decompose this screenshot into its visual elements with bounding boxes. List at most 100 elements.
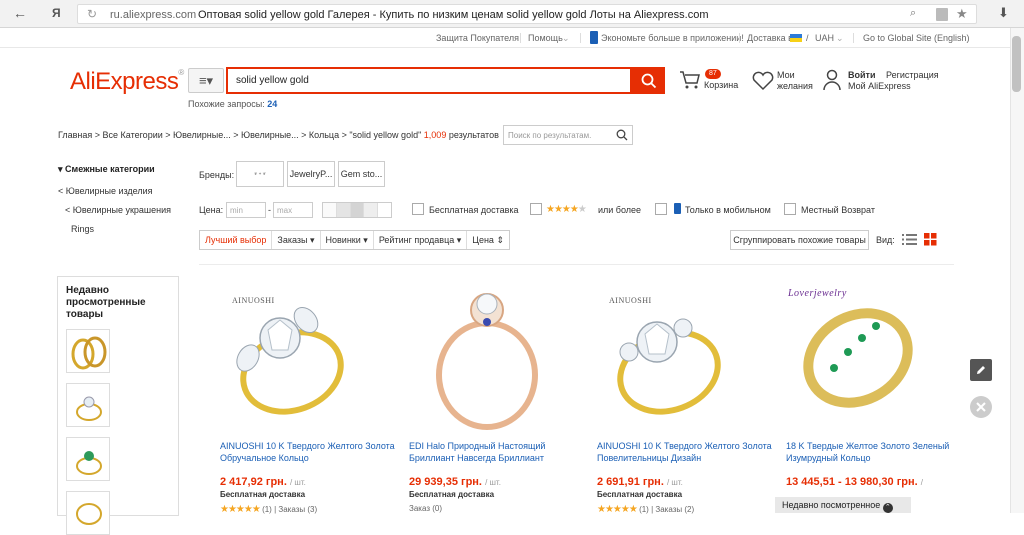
price-label: Цена: (199, 205, 224, 215)
chevron-down-icon: ⌄ (836, 33, 844, 43)
product-title[interactable]: AINUOSHI 10 K Твердого Желтого Золота Об… (220, 440, 395, 464)
brand-logo-icon: ❦ ✦ ❦ (254, 171, 266, 176)
product-image[interactable] (786, 280, 961, 430)
recent-item-thumbnail[interactable] (66, 329, 110, 373)
currency-label[interactable]: UAH (815, 33, 834, 43)
scrollbar-track[interactable] (1010, 28, 1024, 513)
recently-viewed-bar[interactable]: Недавно посмотренное ⌃ (775, 497, 911, 513)
price-min-input[interactable]: min (226, 202, 266, 218)
product-shipping: Бесплатная доставка (220, 490, 306, 499)
recent-item-thumbnail[interactable] (66, 437, 110, 481)
edit-pencil-button[interactable] (970, 359, 992, 381)
caret-down-icon: ▾ (309, 235, 315, 245)
download-icon[interactable]: ⬇ (998, 5, 1009, 21)
chevron-up-icon: ⌃ (882, 503, 893, 513)
yandex-logo[interactable]: Я (52, 6, 61, 20)
buyer-protection-link[interactable]: Защита Покупателя (436, 33, 519, 43)
brand-filter-gemstone[interactable]: Gem sto... (338, 161, 385, 187)
product-title[interactable]: AINUOSHI 10 K Твердого Желтого Золота По… (597, 440, 772, 464)
wishlist-link[interactable]: Мои желания (777, 70, 813, 92)
close-button[interactable] (970, 396, 992, 418)
sort-newest[interactable]: Новинки ▾ (321, 231, 374, 249)
price-dash: - (268, 205, 271, 215)
brand-filter-logo[interactable]: ❦ ✦ ❦ (236, 161, 284, 187)
product-shipping: Бесплатная доставка (597, 490, 683, 499)
app-promo-link[interactable]: Экономьте больше в приложении! (601, 33, 744, 43)
categories-menu-button[interactable]: ≡▾ (188, 68, 224, 93)
sort-seller-rating[interactable]: Рейтинг продавца ▾ (374, 231, 468, 249)
scrollbar-thumb[interactable] (1012, 36, 1021, 92)
sort-price[interactable]: Цена ⇕ (467, 231, 509, 249)
back-button[interactable]: ← (13, 5, 27, 21)
divider (199, 264, 954, 265)
caret-down-icon: ▾ (456, 235, 462, 245)
recently-viewed-title: Недавно просмотренные товары (66, 285, 146, 320)
divider (853, 33, 854, 43)
register-link[interactable]: Регистрация (886, 70, 939, 81)
search-within-results-input[interactable]: Поиск по результатам. (503, 125, 633, 145)
slash: / (806, 33, 809, 43)
utility-bar: Защита Покупателя Помощь ⌄ Экономьте бол… (0, 28, 1010, 48)
phone-icon (590, 31, 598, 44)
brands-label: Бренды: (199, 170, 235, 180)
aliexpress-logo[interactable]: AliExpress® (70, 68, 184, 96)
group-similar-button[interactable]: Сгруппировать похожие товары (730, 230, 869, 250)
product-rating: ★★★★★ (1) | Заказы (2) (597, 504, 695, 515)
url-page-title: Оптовая solid yellow gold Галерея - Купи… (198, 9, 709, 21)
lock-icon[interactable] (936, 8, 948, 21)
list-view-icon[interactable] (902, 233, 917, 246)
free-shipping-checkbox[interactable] (412, 203, 424, 215)
sort-orders[interactable]: Заказы ▾ (272, 231, 321, 249)
product-brand-mark: AINUOSHI (232, 296, 275, 305)
search-key-icon[interactable]: ⌕ (910, 7, 916, 20)
local-return-label: Местный Возврат (801, 205, 875, 215)
rating-stars-icon: ★★★★★ (546, 204, 587, 215)
address-bar[interactable]: ↻ ru.aliexpress.com Оптовая solid yellow… (77, 4, 977, 24)
heart-icon[interactable] (752, 71, 774, 91)
product-price: 29 939,35 грн. / шт. (409, 476, 501, 488)
product-image[interactable] (409, 280, 584, 430)
help-link[interactable]: Помощь (528, 33, 563, 43)
bookmark-star-icon[interactable]: ★ (956, 6, 968, 22)
product-title[interactable]: EDI Halo Природный Настоящий Бриллиант Н… (409, 440, 584, 464)
search-input[interactable]: solid yellow gold (226, 67, 632, 94)
related-searches[interactable]: Похожие запросы: 24 (188, 99, 277, 109)
product-card[interactable]: Loverjewelry 18 K Твердые Желтое Золото … (786, 280, 961, 520)
brand-filter-jewelryp[interactable]: JewelryP... (287, 161, 335, 187)
ukraine-flag-icon (790, 34, 802, 42)
product-title[interactable]: 18 K Твердые Желтое Золото Зеленый Изумр… (786, 440, 961, 464)
product-card[interactable]: AINUOSHI AINUOSHI 10 K Твердого Желтого … (597, 280, 772, 520)
cart-count-badge: 87 (705, 69, 721, 79)
close-icon (976, 402, 986, 412)
category-link[interactable]: Rings (71, 224, 94, 234)
reload-icon[interactable]: ↻ (87, 7, 97, 21)
sort-best-match[interactable]: Лучший выбор (200, 231, 273, 249)
product-card[interactable]: EDI Halo Природный Настоящий Бриллиант Н… (409, 280, 584, 520)
category-link[interactable]: < Ювелирные украшения (65, 205, 171, 215)
price-max-input[interactable]: max (273, 202, 313, 218)
signin-link[interactable]: Войти (848, 70, 875, 81)
rating-checkbox[interactable] (530, 203, 542, 215)
my-aliexpress-link[interactable]: Мой AliExpress (848, 81, 911, 92)
category-link[interactable]: < Ювелирные изделия (58, 186, 153, 196)
cart-icon[interactable] (679, 70, 701, 90)
product-shipping: Бесплатная доставка (409, 490, 495, 499)
mobile-only-checkbox[interactable] (655, 203, 667, 215)
cart-label[interactable]: Корзина (704, 80, 738, 91)
grid-view-icon[interactable] (924, 233, 937, 246)
breadcrumb[interactable]: Главная > Все Категории > Ювелирные... >… (58, 130, 499, 140)
search-icon[interactable] (616, 129, 628, 141)
browser-toolbar: ← Я ↻ ru.aliexpress.com Оптовая solid ye… (0, 0, 1024, 28)
local-return-checkbox[interactable] (784, 203, 796, 215)
recent-item-thumbnail[interactable] (66, 491, 110, 535)
ship-to-link[interactable]: Доставка в (747, 33, 793, 43)
recent-item-thumbnail[interactable] (66, 383, 110, 427)
user-icon[interactable] (823, 69, 841, 91)
view-label: Вид: (876, 235, 895, 245)
product-price: 2 691,91 грн. / шт. (597, 476, 683, 488)
global-site-link[interactable]: Go to Global Site (English) (863, 33, 970, 43)
svg-text:❦ ✦ ❦: ❦ ✦ ❦ (254, 171, 266, 176)
product-card[interactable]: AINUOSHI AINUOSHI 10 K Твердого Желтого … (220, 280, 395, 520)
price-range-selector[interactable] (322, 202, 392, 218)
search-button[interactable] (632, 67, 665, 94)
